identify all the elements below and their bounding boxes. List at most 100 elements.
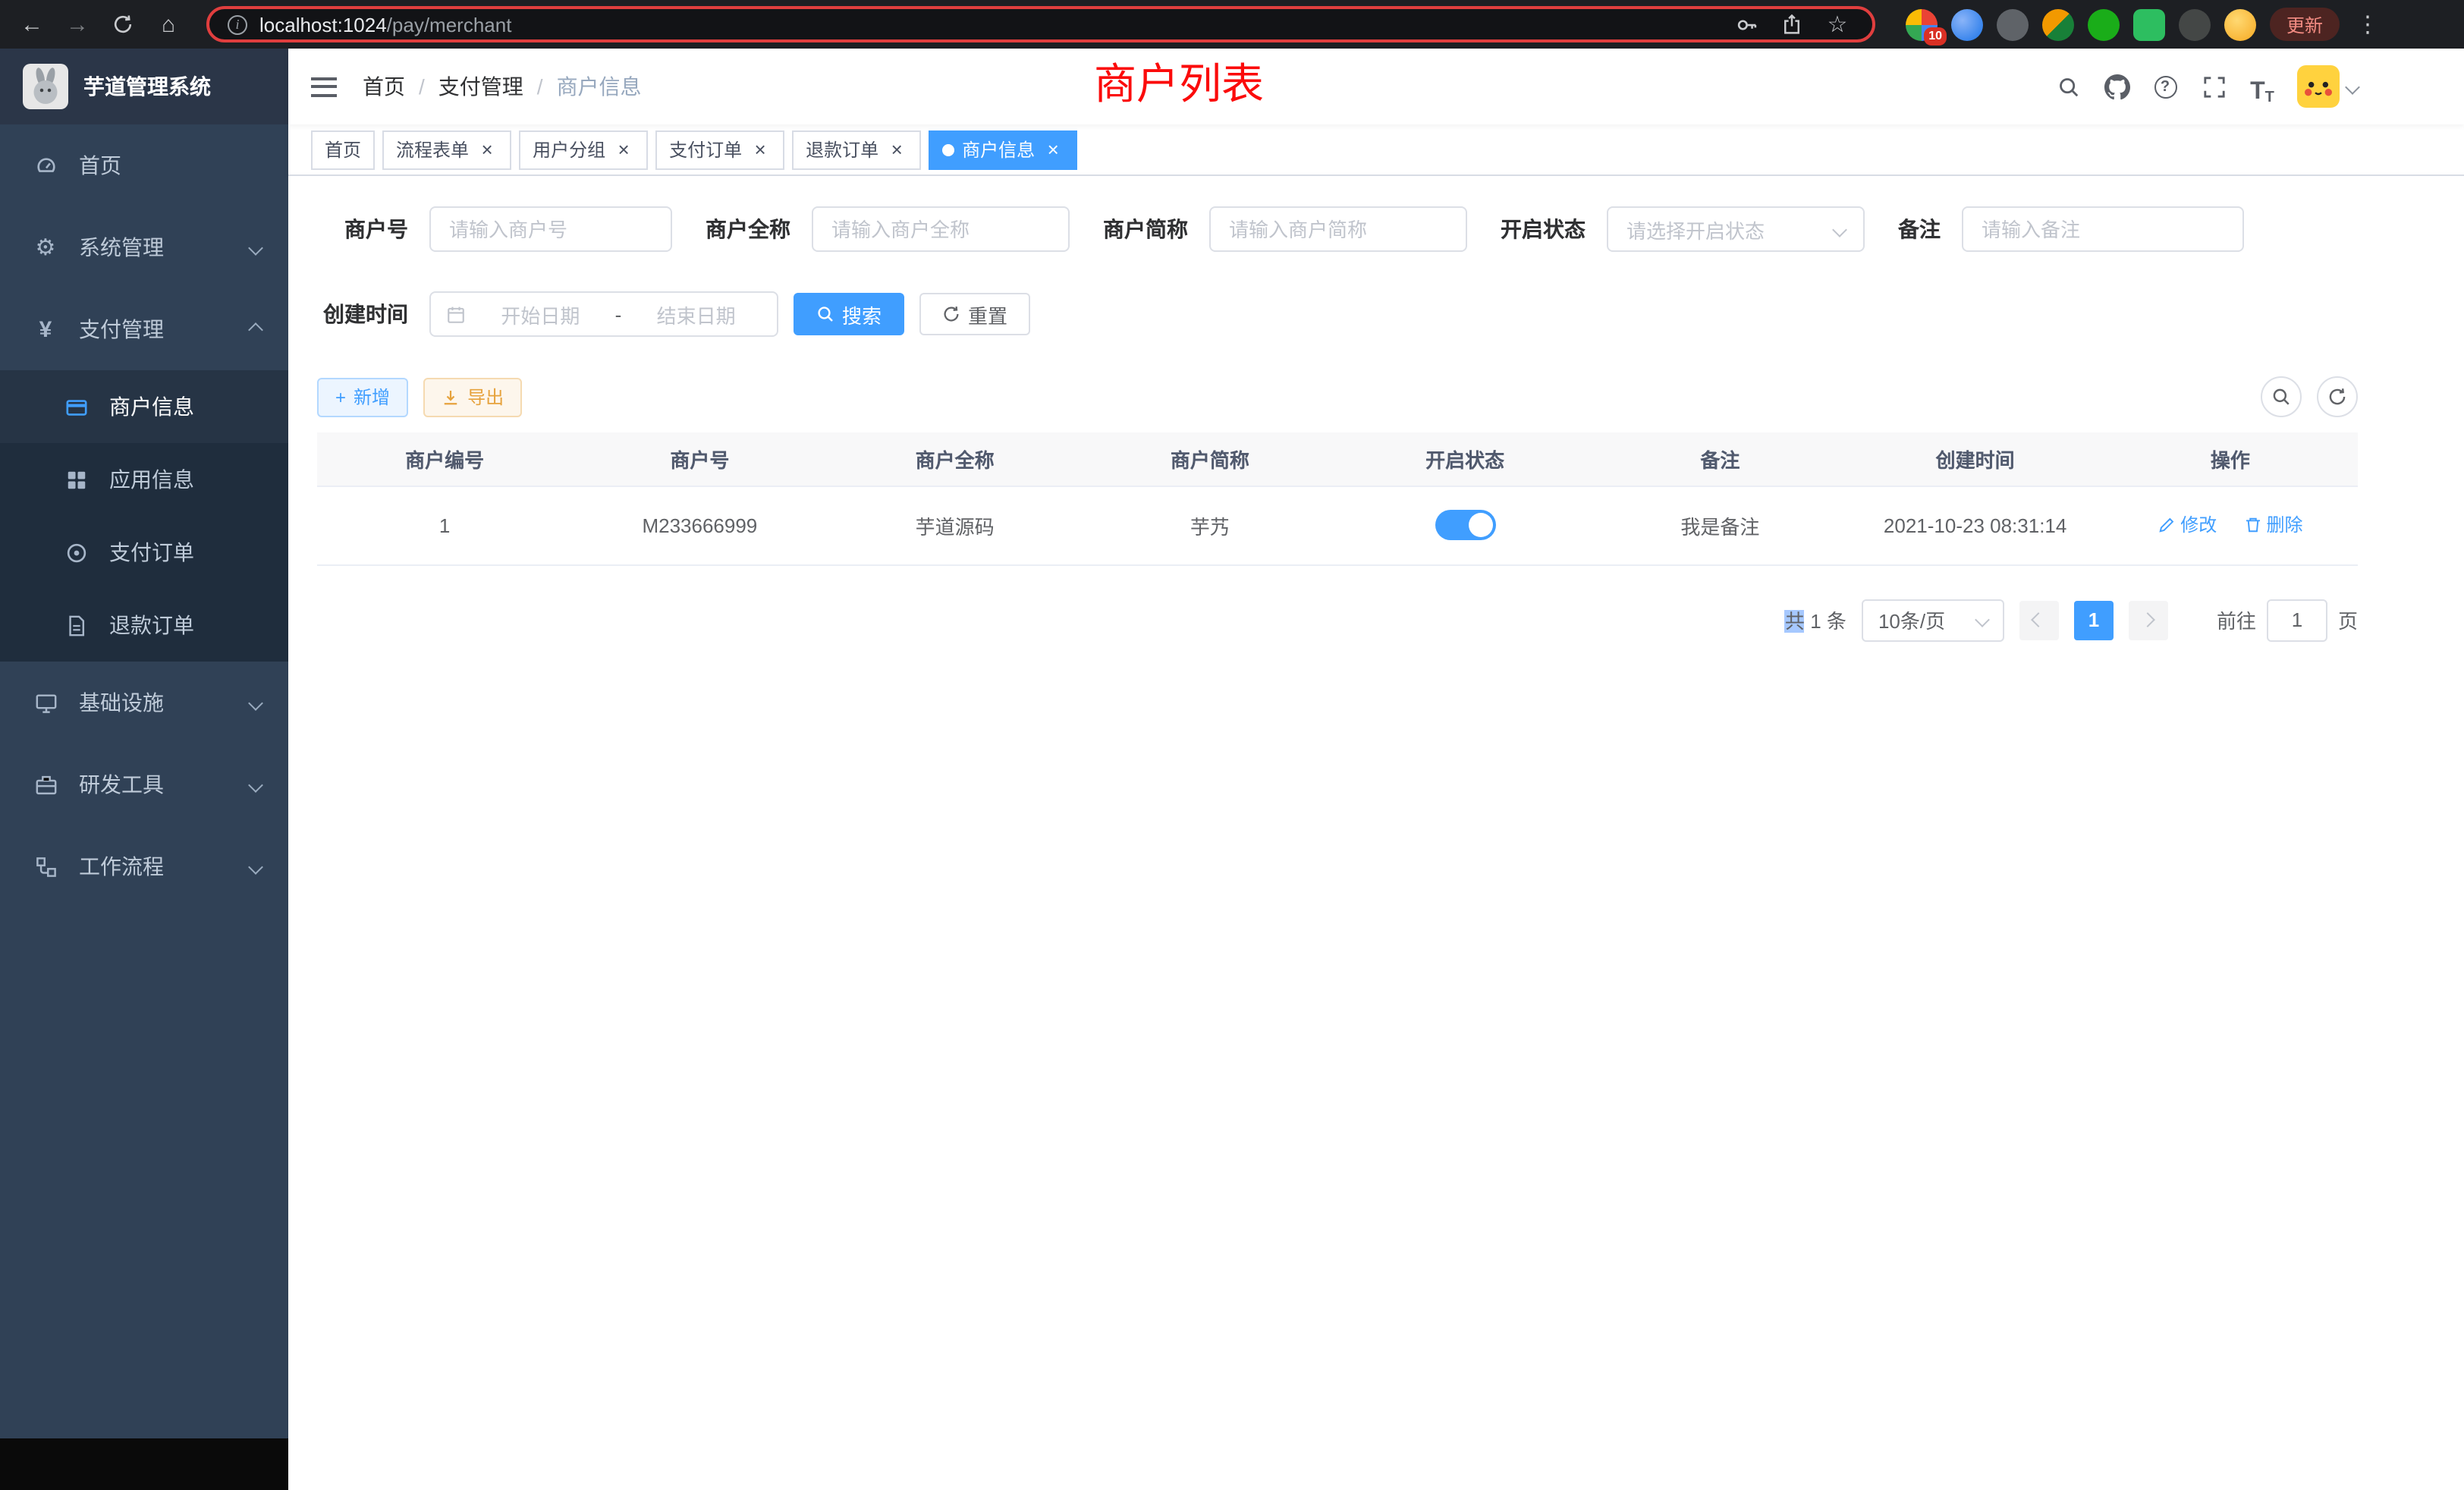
extension-icon-emoji[interactable] (2224, 8, 2256, 40)
status-select[interactable]: 请选择开启状态 (1607, 206, 1865, 252)
tab-user-group[interactable]: 用户分组 × (519, 130, 648, 169)
add-button[interactable]: + 新增 (317, 377, 408, 417)
tab-pay-order[interactable]: 支付订单× (655, 130, 784, 169)
sidebar-item-dev-tools[interactable]: 研发工具 (0, 743, 288, 825)
browser-reload-button[interactable] (106, 8, 140, 41)
export-button[interactable]: 导出 (423, 377, 522, 417)
remark-input[interactable] (1962, 206, 2244, 252)
close-icon[interactable]: × (1042, 139, 1064, 160)
tab-label: 用户分组 (533, 137, 605, 162)
cell-merchant-no: M233666999 (572, 486, 827, 564)
close-icon[interactable]: × (886, 139, 907, 160)
download-icon (442, 388, 460, 406)
bookmark-star-icon[interactable]: ☆ (1821, 8, 1854, 41)
page-number-1[interactable]: 1 (2074, 600, 2114, 640)
hide-search-button[interactable] (2261, 376, 2302, 417)
browser-forward-button[interactable]: → (61, 8, 94, 41)
grid-icon (61, 468, 91, 491)
search-icon (816, 305, 834, 323)
refresh-table-button[interactable] (2317, 376, 2358, 417)
next-page-button[interactable] (2129, 600, 2168, 640)
fullscreen-icon[interactable] (2194, 67, 2233, 106)
table-header: 商户编号 商户号 商户全称 商户简称 开启状态 备注 创建时间 操作 (317, 432, 2358, 486)
status-toggle[interactable] (1435, 510, 1495, 540)
extension-icon-globe[interactable] (1997, 8, 2029, 40)
user-menu[interactable] (2297, 65, 2358, 108)
monitor-icon (30, 691, 61, 714)
column-header: 商户号 (572, 432, 827, 486)
app-title: 芋道管理系统 (83, 71, 211, 102)
tab-label: 商户信息 (962, 137, 1035, 162)
browser-extensions-area: 10 更新 ⋮ (1906, 8, 2382, 41)
reset-button[interactable]: 重置 (919, 293, 1030, 335)
sidebar-item-app-info[interactable]: 应用信息 (0, 443, 288, 516)
range-separator: - (615, 303, 622, 325)
gear-icon: ⚙ (30, 236, 61, 259)
question-glyph: ? (2154, 75, 2176, 98)
sidebar-item-payment[interactable]: ¥ 支付管理 (0, 288, 288, 370)
delete-link[interactable]: 删除 (2244, 512, 2303, 538)
sidebar-item-workflow[interactable]: 工作流程 (0, 825, 288, 907)
site-info-icon[interactable]: i (228, 14, 247, 34)
target-circle-icon (61, 541, 91, 564)
merchant-no-input[interactable] (429, 206, 672, 252)
sidebar-item-system[interactable]: ⚙ 系统管理 (0, 206, 288, 288)
chevron-down-icon (1832, 222, 1847, 237)
merchant-name-input[interactable] (812, 206, 1070, 252)
help-icon[interactable]: ? (2145, 67, 2185, 106)
tab-refund-order[interactable]: 退款订单× (792, 130, 921, 169)
sidebar-item-home[interactable]: 首页 (0, 124, 288, 206)
header-search-icon[interactable] (2048, 67, 2088, 106)
font-size-icon[interactable]: TT (2242, 67, 2282, 106)
export-button-label: 导出 (467, 384, 504, 410)
create-time-range-picker[interactable]: 开始日期 - 结束日期 (429, 291, 778, 337)
total-selected-text: 共 (1785, 610, 1805, 633)
sidebar-item-infrastructure[interactable]: 基础设施 (0, 662, 288, 743)
goto-page-input[interactable] (2267, 599, 2327, 641)
end-date-placeholder: 结束日期 (630, 300, 762, 328)
cell-remark: 我是备注 (1592, 486, 1847, 564)
breadcrumb-home[interactable]: 首页 (363, 71, 405, 102)
edit-link[interactable]: 修改 (2158, 512, 2217, 538)
page-size-select[interactable]: 10条/页 (1862, 599, 2004, 641)
merchant-short-name-input[interactable] (1209, 206, 1467, 252)
password-key-icon[interactable] (1730, 8, 1763, 41)
chevron-down-icon (248, 240, 263, 255)
github-icon[interactable] (2097, 67, 2136, 106)
hamburger-icon[interactable] (311, 77, 337, 96)
sidebar-item-label: 研发工具 (79, 769, 250, 800)
sidebar-logo[interactable]: 芋道管理系统 (0, 49, 288, 124)
back-icon: ← (20, 11, 43, 37)
sidebar-item-merchant-info[interactable]: 商户信息 (0, 370, 288, 443)
extension-icon-green-note[interactable] (2133, 8, 2165, 40)
browser-update-button[interactable]: 更新 (2270, 8, 2340, 41)
column-header: 开启状态 (1337, 432, 1592, 486)
extension-icon-colorful[interactable]: 10 (1906, 8, 1938, 40)
share-icon[interactable] (1775, 8, 1809, 41)
tab-home[interactable]: 首页 (311, 130, 375, 169)
sidebar-item-pay-order[interactable]: 支付订单 (0, 516, 288, 589)
status-label: 开启状态 (1501, 214, 1586, 244)
breadcrumb-payment[interactable]: 支付管理 (438, 71, 523, 102)
extension-icon-avatar[interactable] (2042, 8, 2074, 40)
address-bar[interactable]: i localhost:1024/pay/merchant ☆ (206, 6, 1875, 42)
extension-icon-green-circle[interactable] (2088, 8, 2120, 40)
browser-menu-icon[interactable]: ⋮ (2353, 11, 2382, 38)
browser-back-button[interactable]: ← (15, 8, 49, 41)
close-icon[interactable]: × (613, 139, 634, 160)
tab-process-form[interactable]: 流程表单× (382, 130, 511, 169)
red-annotation-title: 商户列表 (1094, 59, 1264, 111)
tab-merchant-info[interactable]: 商户信息 × (929, 130, 1077, 169)
search-button[interactable]: 搜索 (794, 293, 904, 335)
refresh-icon (2327, 387, 2347, 407)
extension-icon-dark[interactable] (2179, 8, 2211, 40)
close-icon[interactable]: × (750, 139, 771, 160)
sidebar-item-refund-order[interactable]: 退款订单 (0, 589, 288, 662)
close-icon[interactable]: × (476, 139, 498, 160)
search-button-label: 搜索 (842, 300, 882, 328)
prev-page-button[interactable] (2019, 600, 2059, 640)
extension-icon-blue[interactable] (1951, 8, 1983, 40)
chevron-down-icon (248, 777, 263, 792)
cell-short-name: 芋艿 (1083, 486, 1337, 564)
browser-home-button[interactable]: ⌂ (152, 8, 185, 41)
